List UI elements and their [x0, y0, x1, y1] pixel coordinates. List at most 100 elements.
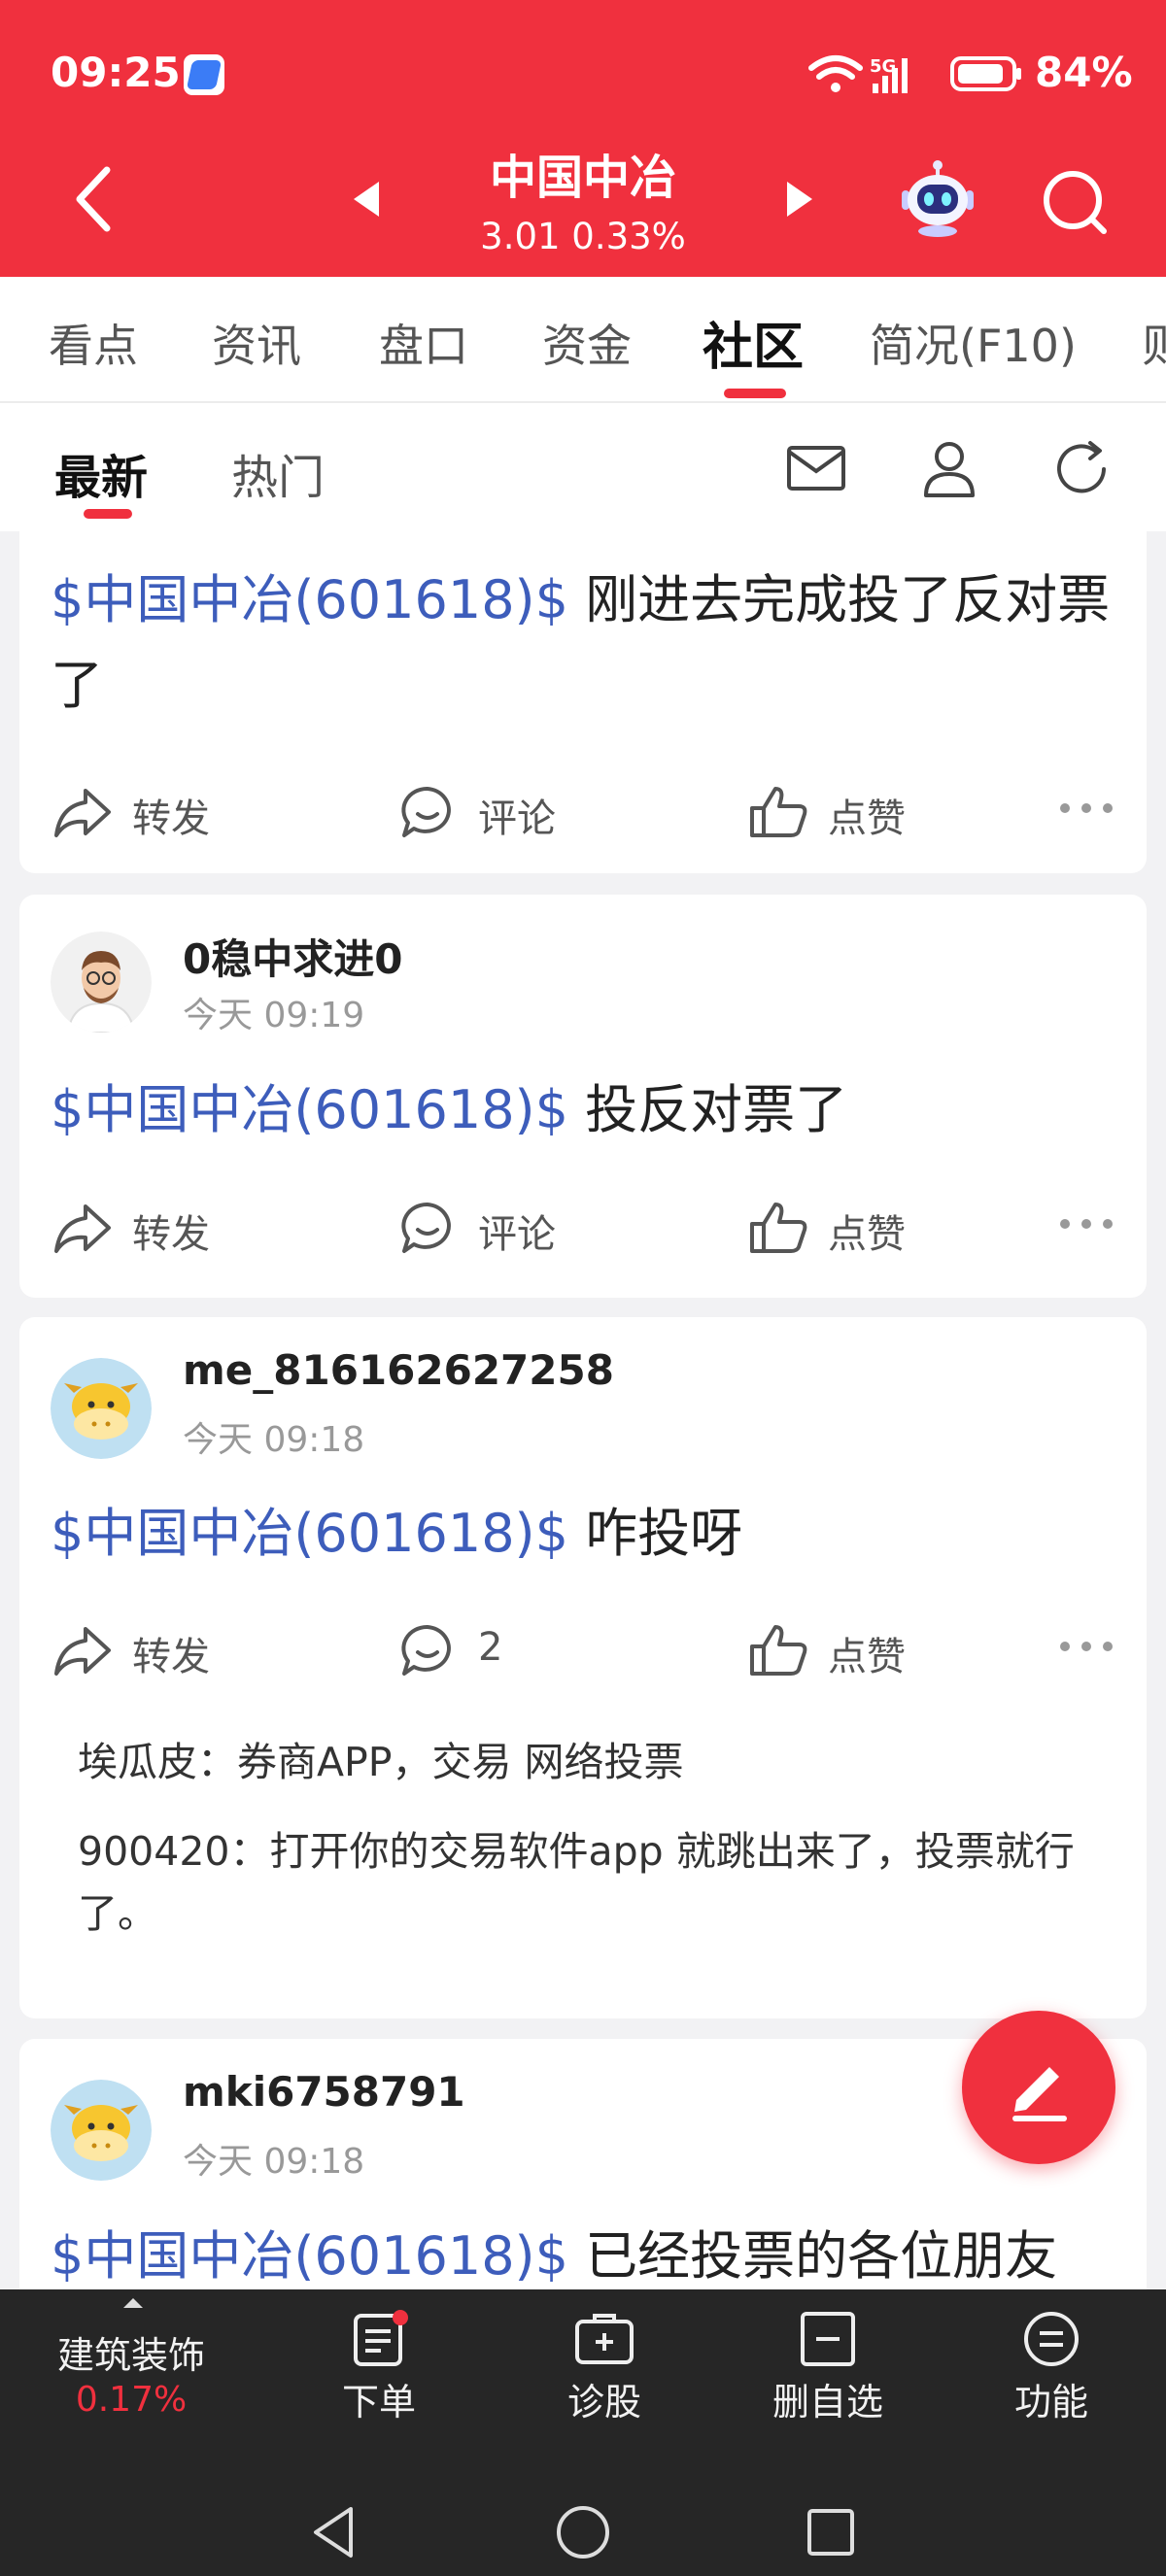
triangle-left-icon [354, 182, 379, 217]
sector-button[interactable]: 建筑装饰 0.17% [0, 2296, 262, 2432]
tab-capital[interactable]: 资金 [542, 311, 632, 375]
user-avatar[interactable] [51, 1358, 152, 1459]
comment-button[interactable]: 评论 [398, 777, 593, 845]
more-options-button[interactable] [1057, 1214, 1115, 1234]
post-text: 投反对票了 [568, 1079, 848, 1140]
post-content[interactable]: $中国中冶(601618)$ 投反对票了 [51, 1068, 1119, 1153]
stock-tag[interactable]: $中国中冶(601618)$ [51, 1503, 568, 1564]
tab-community[interactable]: 社区 [703, 306, 804, 379]
triangle-right-icon [787, 182, 812, 217]
order-form-icon [354, 2310, 408, 2366]
refresh-button[interactable] [1049, 437, 1114, 501]
post-time: 今天 09:18 [183, 1420, 365, 1460]
subtab-hot[interactable]: 热门 [231, 439, 325, 507]
diagnose-label: 诊股 [566, 2381, 641, 2423]
more-dots-icon [1060, 1219, 1113, 1229]
subtab-latest[interactable]: 最新 [54, 439, 148, 507]
like-button[interactable]: 点赞 [748, 1193, 943, 1261]
search-icon [1044, 171, 1107, 234]
post-card[interactable]: $中国中冶(601618)$ 刚进去完成投了反对票了 转发 评论 点赞 [19, 531, 1147, 873]
like-button[interactable]: 点赞 [748, 1615, 943, 1683]
system-navigation-bar [0, 2484, 1166, 2576]
nav-home-button[interactable] [554, 2503, 612, 2561]
mail-icon [787, 446, 845, 491]
post-content[interactable]: $中国中冶(601618)$ 刚进去完成投了反对票了 [51, 558, 1119, 729]
my-profile-button[interactable] [918, 437, 980, 499]
stock-tag[interactable]: $中国中冶(601618)$ [51, 1079, 568, 1140]
compose-post-button[interactable] [962, 2011, 1115, 2164]
user-avatar[interactable] [51, 2080, 152, 2181]
post-card[interactable]: 0稳中求进0 今天 09:19 $中国中冶(601618)$ 投反对票了 转发 … [19, 895, 1147, 1298]
username[interactable]: 0稳中求进0 [183, 927, 402, 986]
caret-up-icon [123, 2298, 143, 2308]
subtab-active-indicator [84, 509, 132, 519]
comment-item[interactable]: 900420：打开你的交易软件app 就跳出来了，投票就行了。 [78, 1820, 1137, 1945]
post-card[interactable]: me_816162627258 今天 09:18 $中国中冶(601618)$ … [19, 1317, 1147, 2018]
username[interactable]: mki6758791 [183, 2068, 465, 2116]
tab-highlights[interactable]: 看点 [49, 311, 138, 375]
tab-news[interactable]: 资讯 [212, 311, 301, 375]
thumbs-up-icon [750, 1625, 807, 1676]
user-avatar[interactable] [51, 932, 152, 1033]
repost-button[interactable]: 转发 [52, 1615, 247, 1683]
comment-bubble-icon [401, 786, 451, 837]
messages-button[interactable] [785, 442, 847, 496]
more-dots-icon [1060, 803, 1113, 813]
post-time: 今天 09:18 [183, 2142, 365, 2182]
tab-finance[interactable]: 则 [1142, 311, 1166, 375]
comment-label: 评论 [478, 797, 556, 841]
comment-bubble-icon [401, 1624, 451, 1676]
comment-separator: ： [229, 1828, 270, 1875]
app-notification-icon [184, 54, 224, 95]
like-label: 点赞 [828, 797, 906, 841]
tab-order-book[interactable]: 盘口 [379, 311, 468, 375]
share-arrow-icon [54, 789, 111, 837]
post-time: 今天 09:19 [183, 996, 365, 1035]
section-tabs: 看点 资讯 盘口 资金 社区 简况(F10) 则 [0, 277, 1166, 403]
stock-tag[interactable]: $中国中冶(601618)$ [51, 569, 568, 630]
refresh-icon [1057, 441, 1106, 493]
comment-button[interactable]: 2 [398, 1615, 593, 1683]
post-text: 已经投票的各位朋友 [568, 2225, 1058, 2287]
comment-author[interactable]: 900420 [78, 1828, 230, 1875]
functions-label: 功能 [1013, 2381, 1088, 2423]
battery-percentage: 84% [1035, 49, 1133, 96]
nav-recents-icon [807, 2509, 854, 2556]
nav-recents-button[interactable] [802, 2503, 860, 2561]
post-content[interactable]: $中国中冶(601618)$ 咋投呀 [51, 1491, 1119, 1576]
sector-change: 0.17% [75, 2380, 188, 2420]
remove-watchlist-label: 删自选 [772, 2381, 883, 2423]
next-stock-button[interactable] [781, 180, 816, 219]
share-arrow-icon [54, 1627, 111, 1676]
more-options-button[interactable] [1057, 1637, 1115, 1656]
comment-button[interactable]: 评论 [398, 1193, 593, 1261]
community-subtabs [0, 403, 1166, 531]
ai-assistant-button[interactable] [894, 155, 981, 243]
more-options-button[interactable] [1057, 798, 1115, 818]
tab-profile-f10[interactable]: 简况(F10) [870, 311, 1077, 375]
post-text: 咋投呀 [568, 1503, 743, 1564]
status-icons: 5G [806, 51, 1030, 97]
thumbs-up-icon [750, 1203, 807, 1253]
comment-item[interactable]: 埃瓜皮：券商APP，交易 网络投票 [78, 1731, 1137, 1793]
search-button[interactable] [1038, 165, 1115, 243]
repost-label: 转发 [132, 1212, 210, 1257]
repost-button[interactable]: 转发 [52, 777, 247, 845]
repost-label: 转发 [132, 797, 210, 841]
briefcase-plus-icon [575, 2314, 634, 2364]
back-button[interactable] [68, 160, 126, 238]
comment-author[interactable]: 埃瓜皮 [78, 1739, 197, 1785]
sector-name: 建筑装饰 [56, 2334, 205, 2377]
user-icon [924, 442, 975, 497]
menu-circle-icon [1024, 2312, 1079, 2366]
like-label: 点赞 [828, 1212, 906, 1257]
nav-back-button[interactable] [306, 2503, 364, 2561]
username[interactable]: me_816162627258 [183, 1346, 614, 1394]
post-content[interactable]: $中国中冶(601618)$ 已经投票的各位朋友 [51, 2214, 1119, 2299]
like-button[interactable]: 点赞 [748, 777, 943, 845]
previous-stock-button[interactable] [350, 180, 385, 219]
avatar-cow-icon [51, 2080, 152, 2181]
stock-tag[interactable]: $中国中冶(601618)$ [51, 2225, 568, 2287]
avatar-man-glasses-icon [51, 932, 152, 1033]
repost-button[interactable]: 转发 [52, 1193, 247, 1261]
